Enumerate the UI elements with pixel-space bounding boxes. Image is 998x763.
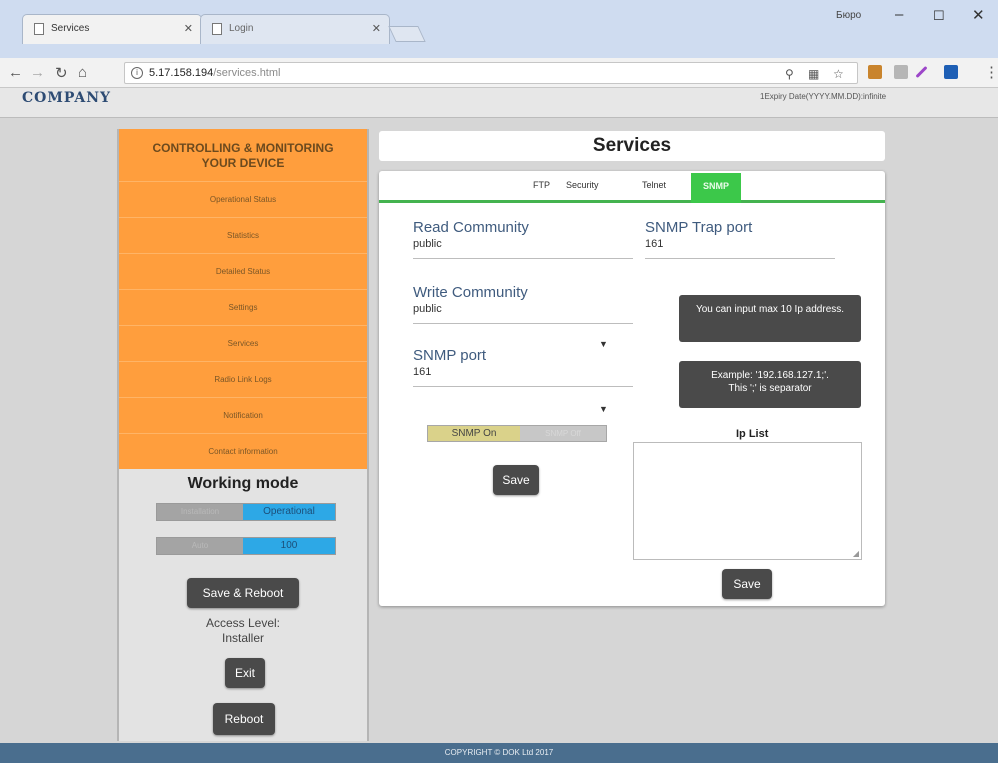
ip-limit-tip-text: You can input max 10 Ip address. — [695, 304, 845, 315]
star-icon[interactable]: ☆ — [833, 67, 844, 81]
ip-example-tip-line: Example: '192.168.127.1;'. — [711, 370, 829, 381]
trap-port-field[interactable]: SNMP Trap port 161 — [645, 219, 835, 259]
resize-grip-icon[interactable]: ◢ — [853, 549, 859, 558]
sidebar-item-statistics[interactable]: Statistics — [119, 217, 367, 253]
translate-icon[interactable]: ▦ — [808, 67, 819, 81]
url-host: 5.17.158.194 — [149, 67, 214, 79]
ip-list-textarea[interactable]: ◢ — [633, 442, 862, 560]
tab-label: Login — [229, 23, 254, 34]
dropdown-arrow-icon[interactable]: ▼ — [599, 404, 608, 414]
minimize-icon[interactable]: – — [895, 6, 903, 23]
page-icon — [212, 23, 222, 35]
snmp-toggle[interactable]: SNMP On SNMP Off — [427, 425, 607, 442]
sidebar-item-settings[interactable]: Settings — [119, 289, 367, 325]
speed-on-option[interactable]: 100 — [243, 538, 335, 554]
speed-off-option[interactable]: Auto — [157, 538, 243, 554]
tab-services[interactable]: Services ✕ — [22, 14, 202, 44]
page-title: Services — [379, 131, 885, 161]
sidebar-heading: CONTROLLING & MONITORING YOUR DEVICE — [119, 129, 367, 181]
read-community-field[interactable]: Read Community public — [413, 219, 633, 259]
service-tabs: FTP Security Telnet SNMP — [379, 171, 885, 203]
access-level-value: Installer — [221, 631, 265, 645]
save-reboot-button[interactable]: Save & Reboot — [187, 578, 299, 608]
footer-copyright: COPYRIGHT © DOK Ltd 2017 — [0, 743, 998, 763]
close-icon[interactable]: ✕ — [184, 22, 193, 35]
tab-ftp[interactable]: FTP — [533, 180, 550, 190]
write-community-field[interactable]: Write Community public — [413, 284, 633, 324]
tab-security[interactable]: Security — [566, 180, 599, 190]
expiry-date: 1Expiry Date(YYYY.MM.DD):infinite — [760, 92, 887, 101]
home-icon[interactable]: ⌂ — [78, 64, 87, 81]
close-icon[interactable]: ✕ — [372, 22, 381, 35]
exit-button[interactable]: Exit — [225, 658, 265, 688]
tab-telnet[interactable]: Telnet — [642, 180, 666, 190]
snmp-port-label: SNMP port — [413, 347, 487, 364]
save-button[interactable]: Save — [493, 465, 539, 495]
tab-label: Services — [51, 23, 90, 34]
extension-icon[interactable] — [868, 65, 882, 79]
ip-example-tip: Example: '192.168.127.1;'. This ';' is s… — [679, 361, 861, 408]
ip-example-tip-line: This ';' is separator — [728, 383, 812, 394]
address-bar[interactable]: i 5.17.158.194/services.html ⚲ ▦ ☆ — [124, 62, 858, 84]
read-community-input[interactable]: public — [413, 238, 633, 259]
reload-icon[interactable]: ↻ — [55, 64, 68, 82]
snmp-port-input[interactable]: 161 — [413, 366, 633, 387]
sidebar-item-detailed-status[interactable]: Detailed Status — [119, 253, 367, 289]
working-mode-toggle[interactable]: Installation Operational — [156, 503, 336, 521]
snmp-on-option[interactable]: SNMP On — [428, 426, 520, 441]
read-community-label: Read Community — [413, 219, 529, 236]
page-icon — [34, 23, 44, 35]
mode-on-option[interactable]: Operational — [243, 504, 335, 520]
ip-save-button[interactable]: Save — [722, 569, 772, 599]
sidebar-item-notification[interactable]: Notification — [119, 397, 367, 433]
tab-login[interactable]: Login ✕ — [200, 14, 390, 44]
snmp-port-field[interactable]: SNMP port 161 — [413, 347, 633, 387]
close-window-icon[interactable]: ✕ — [972, 6, 985, 24]
sidebar: CONTROLLING & MONITORING YOUR DEVICE Ope… — [117, 129, 369, 741]
browser-toolbar: ← → ↻ ⌂ i 5.17.158.194/services.html ⚲ ▦… — [0, 58, 998, 88]
browser-titlebar: Services ✕ Login ✕ Бюро – ☐ ✕ — [0, 0, 998, 58]
menu-icon[interactable]: ⋮ — [984, 63, 998, 81]
sidebar-item-operational-status[interactable]: Operational Status — [119, 181, 367, 217]
pen-extension-icon[interactable] — [915, 65, 928, 79]
extension-icon[interactable] — [944, 65, 958, 79]
speed-toggle[interactable]: Auto 100 — [156, 537, 336, 555]
ip-limit-tip: You can input max 10 Ip address. — [679, 295, 861, 342]
services-card: FTP Security Telnet SNMP Read Community … — [379, 171, 885, 606]
sidebar-item-contact-information[interactable]: Contact information — [119, 433, 367, 469]
mode-off-option[interactable]: Installation — [157, 504, 243, 520]
tab-snmp[interactable]: SNMP — [691, 173, 741, 203]
info-icon[interactable]: i — [131, 67, 143, 79]
working-mode-title: Working mode — [187, 475, 299, 492]
browser-user[interactable]: Бюро — [836, 10, 861, 21]
sidebar-item-services[interactable]: Services — [119, 325, 367, 361]
forward-icon[interactable]: → — [30, 64, 45, 81]
maximize-icon[interactable]: ☐ — [933, 8, 945, 24]
back-icon[interactable]: ← — [8, 64, 23, 81]
zoom-icon[interactable]: ⚲ — [785, 67, 794, 81]
company-logo: COMPANY — [22, 90, 111, 106]
sidebar-heading-line: YOUR DEVICE — [201, 156, 285, 170]
snmp-off-option[interactable]: SNMP Off — [520, 426, 606, 441]
write-community-input[interactable]: public — [413, 303, 633, 324]
new-tab-button[interactable] — [388, 26, 426, 42]
site-header: COMPANY 1Expiry Date(YYYY.MM.DD):infinit… — [0, 88, 998, 118]
write-community-label: Write Community — [413, 284, 528, 301]
trap-port-label: SNMP Trap port — [645, 219, 753, 236]
url-path: /services.html — [213, 67, 281, 79]
extension-icon[interactable] — [894, 65, 908, 79]
access-level-label: Access Level: — [205, 616, 281, 630]
sidebar-heading-line: CONTROLLING & MONITORING — [152, 141, 334, 155]
dropdown-arrow-icon[interactable]: ▼ — [599, 339, 608, 349]
trap-port-input[interactable]: 161 — [645, 238, 835, 259]
ip-list-label: Ip List — [736, 428, 769, 440]
sidebar-item-radio-link-logs[interactable]: Radio Link Logs — [119, 361, 367, 397]
reboot-button[interactable]: Reboot — [213, 703, 275, 735]
